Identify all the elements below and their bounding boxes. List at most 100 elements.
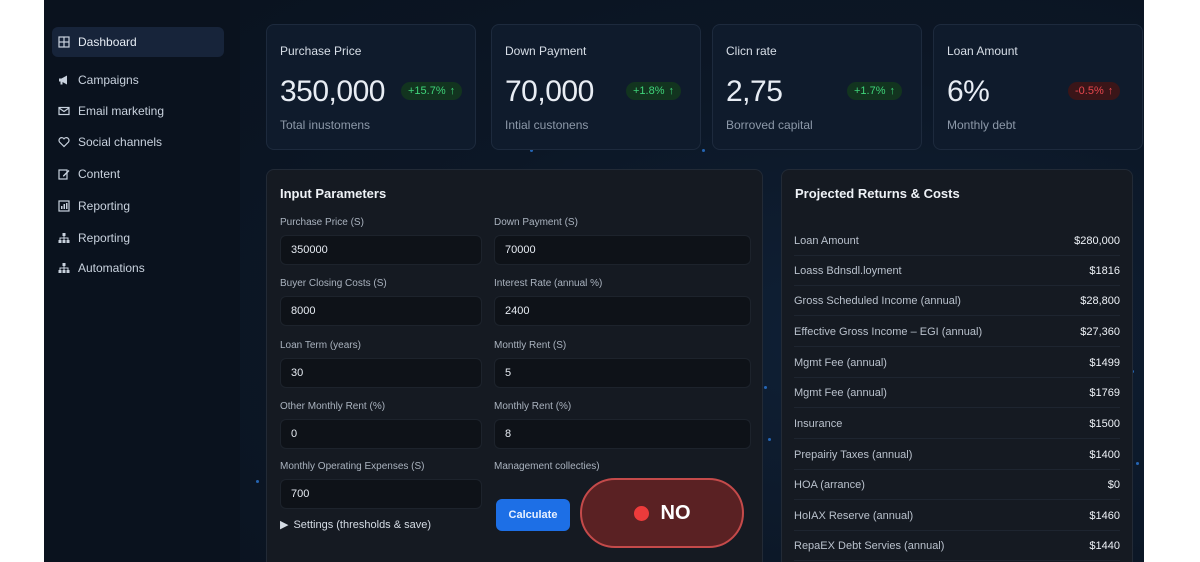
sidebar-item-label: Email marketing xyxy=(78,104,165,118)
loan-term-input[interactable]: 30 xyxy=(280,358,482,388)
sidebar-item-label: Dashboard xyxy=(78,35,137,49)
sidebar-item-content[interactable]: Content xyxy=(52,159,224,189)
mail-icon xyxy=(58,105,70,117)
operating-expenses-input[interactable]: 700 xyxy=(280,479,482,509)
result-row: HoIAX Reserve (annual) $1460 xyxy=(794,501,1120,531)
interest-rate-input[interactable]: 2400 xyxy=(494,296,751,326)
down-payment-label: Down Payment (S) xyxy=(494,217,578,228)
card-value: 350,000 xyxy=(280,75,385,108)
card-subtitle: Intial custonens xyxy=(505,118,589,132)
trend-value: +1.8% xyxy=(633,85,665,97)
down-payment-input[interactable]: 70000 xyxy=(494,235,751,265)
result-row: Effective Gross Income – EGI (annual) $27… xyxy=(794,317,1120,347)
sidebar: Dashboard Campaigns Email marketing Soci… xyxy=(44,0,240,562)
result-row: Insurance $1500 xyxy=(794,409,1120,439)
row-label: Loass Bdnsdl.loyment xyxy=(794,264,902,277)
stat-card-purchase-price: Purchase Price 350,000 +15.7% ↑ Total inu… xyxy=(266,24,476,150)
chart-icon xyxy=(58,200,70,212)
monthly-rent-percent-label: Monthly Rent (%) xyxy=(494,401,572,412)
row-label: Insurance xyxy=(794,417,843,430)
other-monthly-rent-input[interactable]: 0 xyxy=(280,419,482,449)
management-label: Management collecties) xyxy=(494,461,600,472)
card-subtitle: Borroved capital xyxy=(726,118,813,132)
card-title: Down Payment xyxy=(505,44,587,58)
stat-card-down-payment: Down Payment 70,000 +1.8% ↑ Intial custon… xyxy=(491,24,701,150)
row-label: RepaEX Debt Servies (annual) xyxy=(794,539,945,552)
trend-badge: +1.8% ↑ xyxy=(626,82,681,100)
card-value: 70,000 xyxy=(505,75,594,108)
sidebar-item-label: Content xyxy=(78,167,121,181)
trend-badge: -0.5% ↑ xyxy=(1068,82,1121,100)
decor-dot xyxy=(1136,462,1139,465)
no-button[interactable]: NO xyxy=(580,478,744,548)
sidebar-item-reporting[interactable]: Reporting xyxy=(52,191,224,221)
sidebar-item-dashboard[interactable]: Dashboard xyxy=(52,27,224,57)
monthly-rent-percent-input[interactable]: 8 xyxy=(494,419,751,449)
monthly-rent-input[interactable]: 5 xyxy=(494,358,751,388)
buyer-closing-costs-input[interactable]: 8000 xyxy=(280,296,482,326)
result-row: Prepairiy Taxes (annual) $1400 xyxy=(794,440,1120,470)
monthly-rent-label: Monttly Rent (S) xyxy=(494,340,567,351)
arrow-up-icon: ↑ xyxy=(668,85,675,97)
settings-label: Settings (thresholds & save) xyxy=(293,518,432,531)
result-row: Mgmt Fee (annual) $1499 xyxy=(794,348,1120,378)
trend-value: +1.7% xyxy=(854,85,886,97)
app-window: Dashboard Campaigns Email marketing Soci… xyxy=(44,0,1144,562)
card-title: Purchase Price xyxy=(280,44,362,58)
result-row: Loass Bdnsdl.loyment $1816 xyxy=(794,256,1120,286)
row-value: $1440 xyxy=(1089,539,1120,552)
projected-returns-panel: Projected Returns & Costs Loan Amount $28… xyxy=(781,169,1133,562)
row-label: Effective Gross Income – EGI (annual) xyxy=(794,325,983,338)
result-row: RepaEX Debt Servies (annual) $1440 xyxy=(794,531,1120,561)
result-row: HOA (arrance) $0 xyxy=(794,470,1120,500)
panel-title: Projected Returns & Costs xyxy=(795,186,960,201)
arrow-up-icon: ↑ xyxy=(449,85,456,97)
row-label: Mgmt Fee (annual) xyxy=(794,356,887,369)
stat-card-loan-amount: Loan Amount 6% -0.5% ↑ Monthly debt xyxy=(933,24,1143,150)
megaphone-icon xyxy=(58,74,70,86)
row-value: $1499 xyxy=(1089,356,1120,369)
sidebar-item-email-marketing[interactable]: Email marketing xyxy=(52,96,224,126)
card-title: Clicn rate xyxy=(726,44,777,58)
sidebar-item-social-channels[interactable]: Social channels xyxy=(52,127,224,157)
sidebar-item-label: Reporting xyxy=(78,199,131,213)
row-value: $1460 xyxy=(1089,509,1120,522)
stat-card-click-rate: Clicn rate 2,75 +1.7% ↑ Borroved capital xyxy=(712,24,922,150)
operating-expenses-label: Monthly Operating Expenses (S) xyxy=(280,461,425,472)
trend-badge: +1.7% ↑ xyxy=(847,82,902,100)
row-value: $280,000 xyxy=(1074,234,1120,247)
card-subtitle: Total inustomens xyxy=(280,118,371,132)
sidebar-item-label: Social channels xyxy=(78,135,163,149)
edit-icon xyxy=(58,168,70,180)
sidebar-item-label: Reporting xyxy=(78,231,131,245)
row-value: $28,800 xyxy=(1080,294,1120,307)
result-row: Loan Amount $280,000 xyxy=(794,226,1120,256)
trend-value: -0.5% xyxy=(1075,85,1104,97)
result-row: Mgmt Fee (annual) $1769 xyxy=(794,378,1120,408)
card-title: Loan Amount xyxy=(947,44,1018,58)
settings-toggle[interactable]: ▶ Settings (thresholds & save) xyxy=(280,518,432,532)
decor-dot xyxy=(256,480,259,483)
row-value: $1400 xyxy=(1089,448,1120,461)
calculate-button[interactable]: Calculate xyxy=(496,499,570,531)
input-parameters-panel: Input Parameters Purchase Price (S) 3500… xyxy=(266,169,763,562)
interest-rate-label: Interest Rate (annual %) xyxy=(494,278,603,289)
purchase-price-input[interactable]: 350000 xyxy=(280,235,482,265)
heart-icon xyxy=(58,136,70,148)
row-value: $1500 xyxy=(1089,417,1120,430)
grid-icon xyxy=(58,36,70,48)
sidebar-item-automations[interactable]: Automations xyxy=(52,253,224,283)
row-value: $0 xyxy=(1107,478,1120,491)
row-value: $1816 xyxy=(1089,264,1120,277)
loan-term-label: Loan Term (years) xyxy=(280,340,361,351)
arrow-up-icon: ↑ xyxy=(1107,85,1114,97)
card-value: 2,75 xyxy=(726,75,783,108)
card-subtitle: Monthly debt xyxy=(947,118,1016,132)
row-label: Mgmt Fee (annual) xyxy=(794,386,887,399)
org-chart-icon xyxy=(58,262,70,274)
decor-dot xyxy=(764,386,767,389)
sidebar-item-reporting-2[interactable]: Reporting xyxy=(52,223,224,253)
caret-right-icon: ▶ xyxy=(280,519,289,531)
sidebar-item-campaigns[interactable]: Campaigns xyxy=(52,65,224,95)
card-value: 6% xyxy=(947,75,990,108)
